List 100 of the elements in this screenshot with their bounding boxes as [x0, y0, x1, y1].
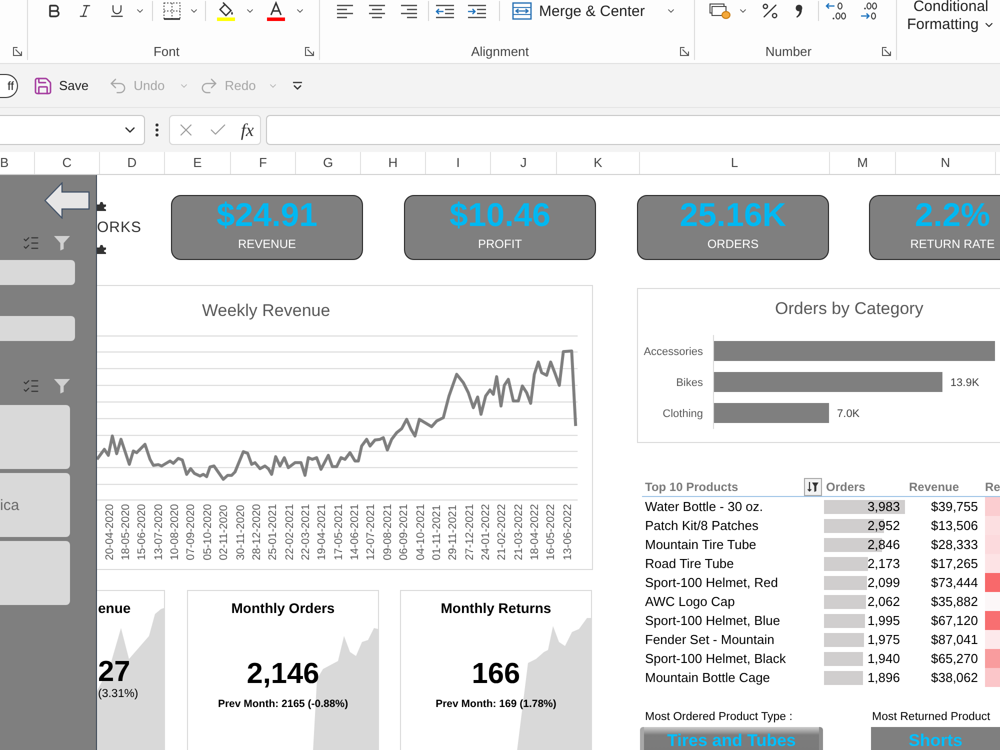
column-header: Re [985, 480, 1000, 494]
orders-value: 2,952 [867, 518, 900, 533]
borders-button[interactable] [161, 0, 183, 22]
filter-button[interactable] [804, 478, 822, 496]
align-center-icon [368, 4, 386, 18]
column-header: Top 10 Products [645, 480, 738, 494]
dialog-launcher-icon[interactable] [680, 46, 689, 56]
multi-select-icon[interactable] [22, 377, 40, 395]
column-header: Revenue [909, 480, 960, 494]
table-cell-text: $65,270 [930, 651, 978, 666]
kpi-value: $10.46 [450, 197, 550, 233]
column-header[interactable]: M [830, 152, 896, 174]
orders-value: 1,975 [867, 632, 900, 647]
axis-label: 04-10-2021 [414, 504, 428, 560]
column-header: Orders [826, 480, 866, 494]
fill-color-button[interactable] [214, 0, 238, 23]
column-header[interactable]: D [100, 152, 165, 174]
kpi-label: PROFIT [478, 237, 522, 251]
category-label: Bikes [676, 377, 703, 389]
orders-value: 2,173 [867, 556, 900, 571]
table-cell-text: Sport-100 Helmet, Black [644, 651, 787, 666]
axis-label: 13-06-2022 [562, 504, 575, 560]
kpi-label: ORDERS [707, 237, 759, 251]
align-left-icon [336, 4, 354, 18]
bold-icon [46, 3, 62, 19]
card-value: 27 [98, 657, 130, 687]
axis-label: 29-11-2021 [447, 504, 460, 560]
kpi-value: 25.16K [680, 197, 786, 233]
axis-label: 05-10-2020 [202, 504, 215, 560]
value-label: 7.0K [837, 408, 860, 420]
axis-label: 20-04-2020 [104, 504, 117, 560]
axis-label: 17-05-2021 [332, 504, 346, 560]
orders-value: 1,995 [867, 613, 900, 628]
dialog-launcher-icon[interactable] [13, 46, 22, 56]
kpi-value: 2.2% [914, 197, 990, 233]
multi-select-icon[interactable] [22, 234, 40, 252]
column-header[interactable]: L [640, 152, 830, 174]
sort-filter-icon [807, 481, 819, 493]
axis-label: 24-01-2022 [480, 504, 493, 560]
axis-label: 12-07-2021 [365, 504, 378, 560]
column-header[interactable]: B [0, 152, 35, 174]
section-label: Most Returned Product [872, 710, 990, 722]
axis-label: 18-05-2020 [120, 504, 134, 560]
toggle-switch[interactable]: ff [0, 74, 18, 98]
column-header[interactable]: E [165, 152, 231, 174]
card-subtext: Prev Month: 2165 (-0.88%) [218, 697, 348, 712]
chart-title: Orders by Category [775, 299, 924, 319]
decrease-indent-icon [435, 4, 455, 18]
column-header[interactable]: K [557, 152, 640, 174]
slicer-item[interactable]: ica [0, 473, 70, 537]
table-cell-text: Mountain Bottle Cage [644, 670, 772, 685]
table-cell-text: $35,882 [930, 594, 978, 609]
axis-label: 27-12-2021 [464, 504, 477, 560]
orders-value: 2,846 [867, 537, 900, 552]
formula-input[interactable] [266, 115, 1000, 145]
column-header[interactable]: G [296, 152, 361, 174]
category-label: Clothing [662, 408, 703, 420]
orders-value: 3,983 [867, 499, 900, 514]
column-header[interactable]: J [491, 152, 557, 174]
more-options-icon[interactable] [155, 123, 159, 137]
increase-decimal-icon [825, 1, 847, 21]
table-cell-text: Mountain Tire Tube [644, 537, 758, 552]
axis-label: 28-12-2020 [250, 504, 264, 560]
kpi-label: REVENUE [238, 237, 296, 251]
table-cell-text: Road Tire Tube [644, 556, 735, 571]
card-value: 2,146 [246, 659, 320, 689]
funnel-icon[interactable] [53, 235, 71, 251]
axis-label: 14-06-2021 [349, 504, 362, 560]
insert-function-button[interactable]: fx [240, 120, 254, 140]
conditional-formatting-button[interactable]: Conditional Formatting [907, 0, 995, 34]
font-color-button[interactable] [264, 0, 288, 23]
table-cell-text: $28,333 [930, 537, 978, 552]
column-header[interactable]: N [896, 152, 996, 174]
save-button[interactable]: Save [33, 76, 89, 96]
redo-icon [198, 76, 219, 96]
column-header[interactable]: C [35, 152, 100, 174]
merge-center-button[interactable]: Merge & Center [510, 0, 647, 22]
kpi-label: RETURN RATE [910, 237, 995, 251]
axis-label: 22-03-2021 [300, 504, 313, 560]
customize-toolbar-icon[interactable] [292, 80, 303, 90]
logo-mark-icon [97, 244, 106, 254]
result-card: Tires and Tubes [640, 727, 823, 750]
column-header[interactable]: H [361, 152, 426, 174]
table-cell-text: $38,062 [930, 670, 978, 685]
dialog-launcher-icon[interactable] [882, 46, 891, 56]
comma-icon [794, 3, 804, 19]
column-header[interactable]: I [426, 152, 491, 174]
table-cell-text: Sport-100 Helmet, Blue [644, 613, 782, 628]
funnel-icon[interactable] [53, 378, 71, 394]
axis-label: 10-08-2020 [169, 504, 182, 560]
underline-icon [109, 3, 125, 19]
axis-label: 16-05-2022 [545, 504, 558, 560]
dialog-launcher-icon[interactable] [305, 46, 314, 56]
axis-label: 01-11-2021 [430, 504, 444, 560]
table-cell-text: Sport-100 Helmet, Red [644, 575, 779, 590]
left-arrow-icon[interactable] [44, 182, 90, 219]
card-value: 166 [472, 659, 520, 689]
axis-label: 07-09-2020 [185, 504, 198, 560]
logo-text: ORKS [97, 218, 142, 236]
column-header[interactable]: F [231, 152, 296, 174]
